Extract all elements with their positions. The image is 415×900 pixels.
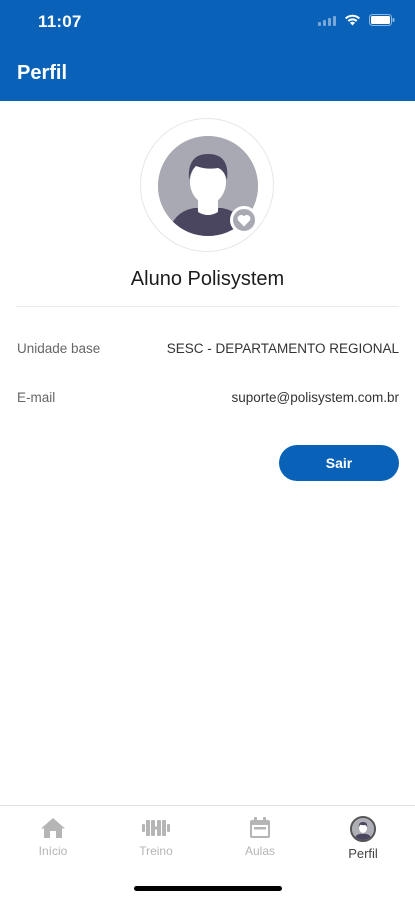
signal-icon (318, 14, 336, 26)
tab-aulas[interactable]: Aulas (215, 816, 305, 858)
email-label: E-mail (17, 390, 56, 405)
logout-button[interactable]: Sair (279, 445, 399, 481)
home-indicator (134, 886, 282, 891)
avatar-frame (140, 118, 274, 252)
calendar-icon (250, 817, 270, 838)
status-time: 11:07 (38, 12, 82, 31)
divider (16, 306, 399, 307)
tab-perfil-label: Perfil (348, 846, 378, 861)
profile-avatar-icon (350, 816, 376, 842)
unit-label: Unidade base (17, 341, 101, 356)
tab-treino-label: Treino (139, 844, 173, 858)
tab-perfil[interactable]: Perfil (318, 816, 408, 861)
info-row-email: E-mail suporte@polisystem.com.br (17, 390, 399, 405)
app-bar: Perfil (0, 46, 415, 101)
tab-aulas-label: Aulas (244, 844, 276, 858)
battery-icon (369, 14, 395, 26)
home-icon (41, 818, 65, 838)
dumbbell-icon (142, 820, 170, 836)
favorite-heart-button[interactable] (230, 206, 258, 234)
wifi-icon (344, 14, 361, 26)
info-row-unit: Unidade base SESC - DEPARTAMENTO REGIONA… (17, 341, 399, 356)
tab-inicio[interactable]: Início (8, 816, 98, 858)
heart-icon (237, 214, 251, 226)
status-bar: 11:07 (0, 0, 415, 46)
tab-treino[interactable]: Treino (111, 816, 201, 858)
unit-value: SESC - DEPARTAMENTO REGIONAL (166, 341, 399, 356)
email-value: suporte@polisystem.com.br (231, 390, 399, 405)
user-name: Aluno Polisystem (130, 268, 285, 290)
status-icons (318, 14, 395, 26)
page-title: Perfil (17, 62, 68, 84)
tab-inicio-label: Início (38, 844, 68, 858)
